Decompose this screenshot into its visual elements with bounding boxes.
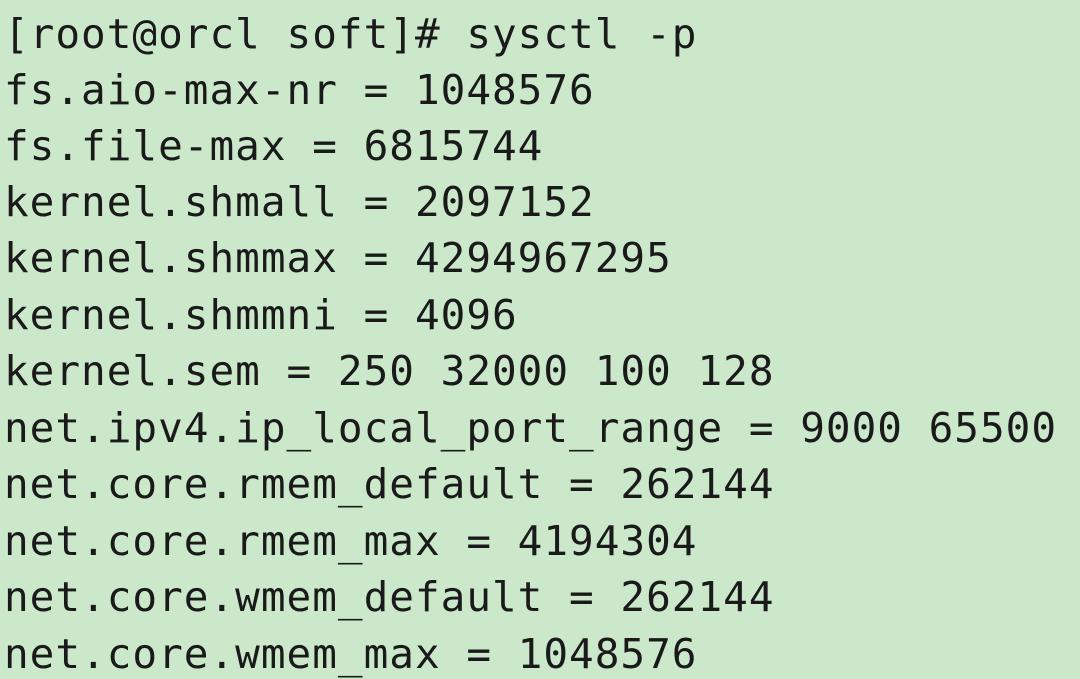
output-line-wmem-default: net.core.wmem_default = 262144 (4, 573, 775, 621)
output-line-file-max: fs.file-max = 6815744 (4, 122, 544, 170)
output-line-shmmax: kernel.shmmax = 4294967295 (4, 234, 672, 282)
terminal-output: [root@orcl soft]# sysctl -p fs.aio-max-n… (0, 0, 1080, 679)
output-line-rmem-max: net.core.rmem_max = 4194304 (4, 517, 698, 565)
prompt-command-line: [root@orcl soft]# sysctl -p (4, 10, 698, 58)
output-line-shmmni: kernel.shmmni = 4096 (4, 291, 518, 339)
output-line-rmem-default: net.core.rmem_default = 262144 (4, 460, 775, 508)
output-line-wmem-max: net.core.wmem_max = 1048576 (4, 630, 698, 678)
output-line-aio-max-nr: fs.aio-max-nr = 1048576 (4, 66, 595, 114)
output-line-ip-local-port-range: net.ipv4.ip_local_port_range = 9000 6550… (4, 404, 1058, 452)
output-line-sem: kernel.sem = 250 32000 100 128 (4, 347, 775, 395)
output-line-shmall: kernel.shmall = 2097152 (4, 178, 595, 226)
